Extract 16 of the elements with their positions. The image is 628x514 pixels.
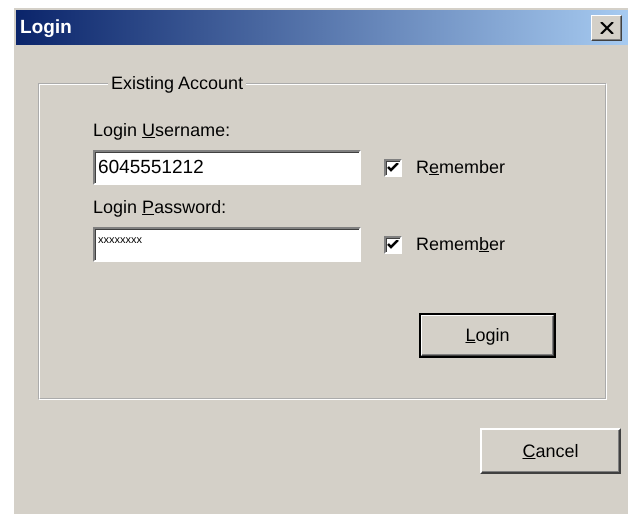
checkbox-label[interactable]: Remember xyxy=(416,157,506,178)
field-label: Login Username: xyxy=(93,120,232,142)
username-field[interactable]: 6045551212 xyxy=(93,150,361,185)
checkbox[interactable] xyxy=(384,158,402,176)
group-title: Existing Account xyxy=(110,73,244,94)
field-label: Login Password: xyxy=(93,197,228,219)
check-icon xyxy=(387,162,399,172)
password-field[interactable]: xxxxxxxx xyxy=(93,227,361,262)
window-title: Login xyxy=(20,16,72,38)
close-icon xyxy=(600,22,614,34)
login-button[interactable]: Login xyxy=(420,314,555,357)
checkbox[interactable] xyxy=(384,236,402,254)
cancel-button[interactable]: Cancel xyxy=(480,428,621,474)
check-icon xyxy=(387,240,399,250)
close-button[interactable] xyxy=(591,14,622,40)
checkbox-label[interactable]: Remember xyxy=(416,234,506,255)
